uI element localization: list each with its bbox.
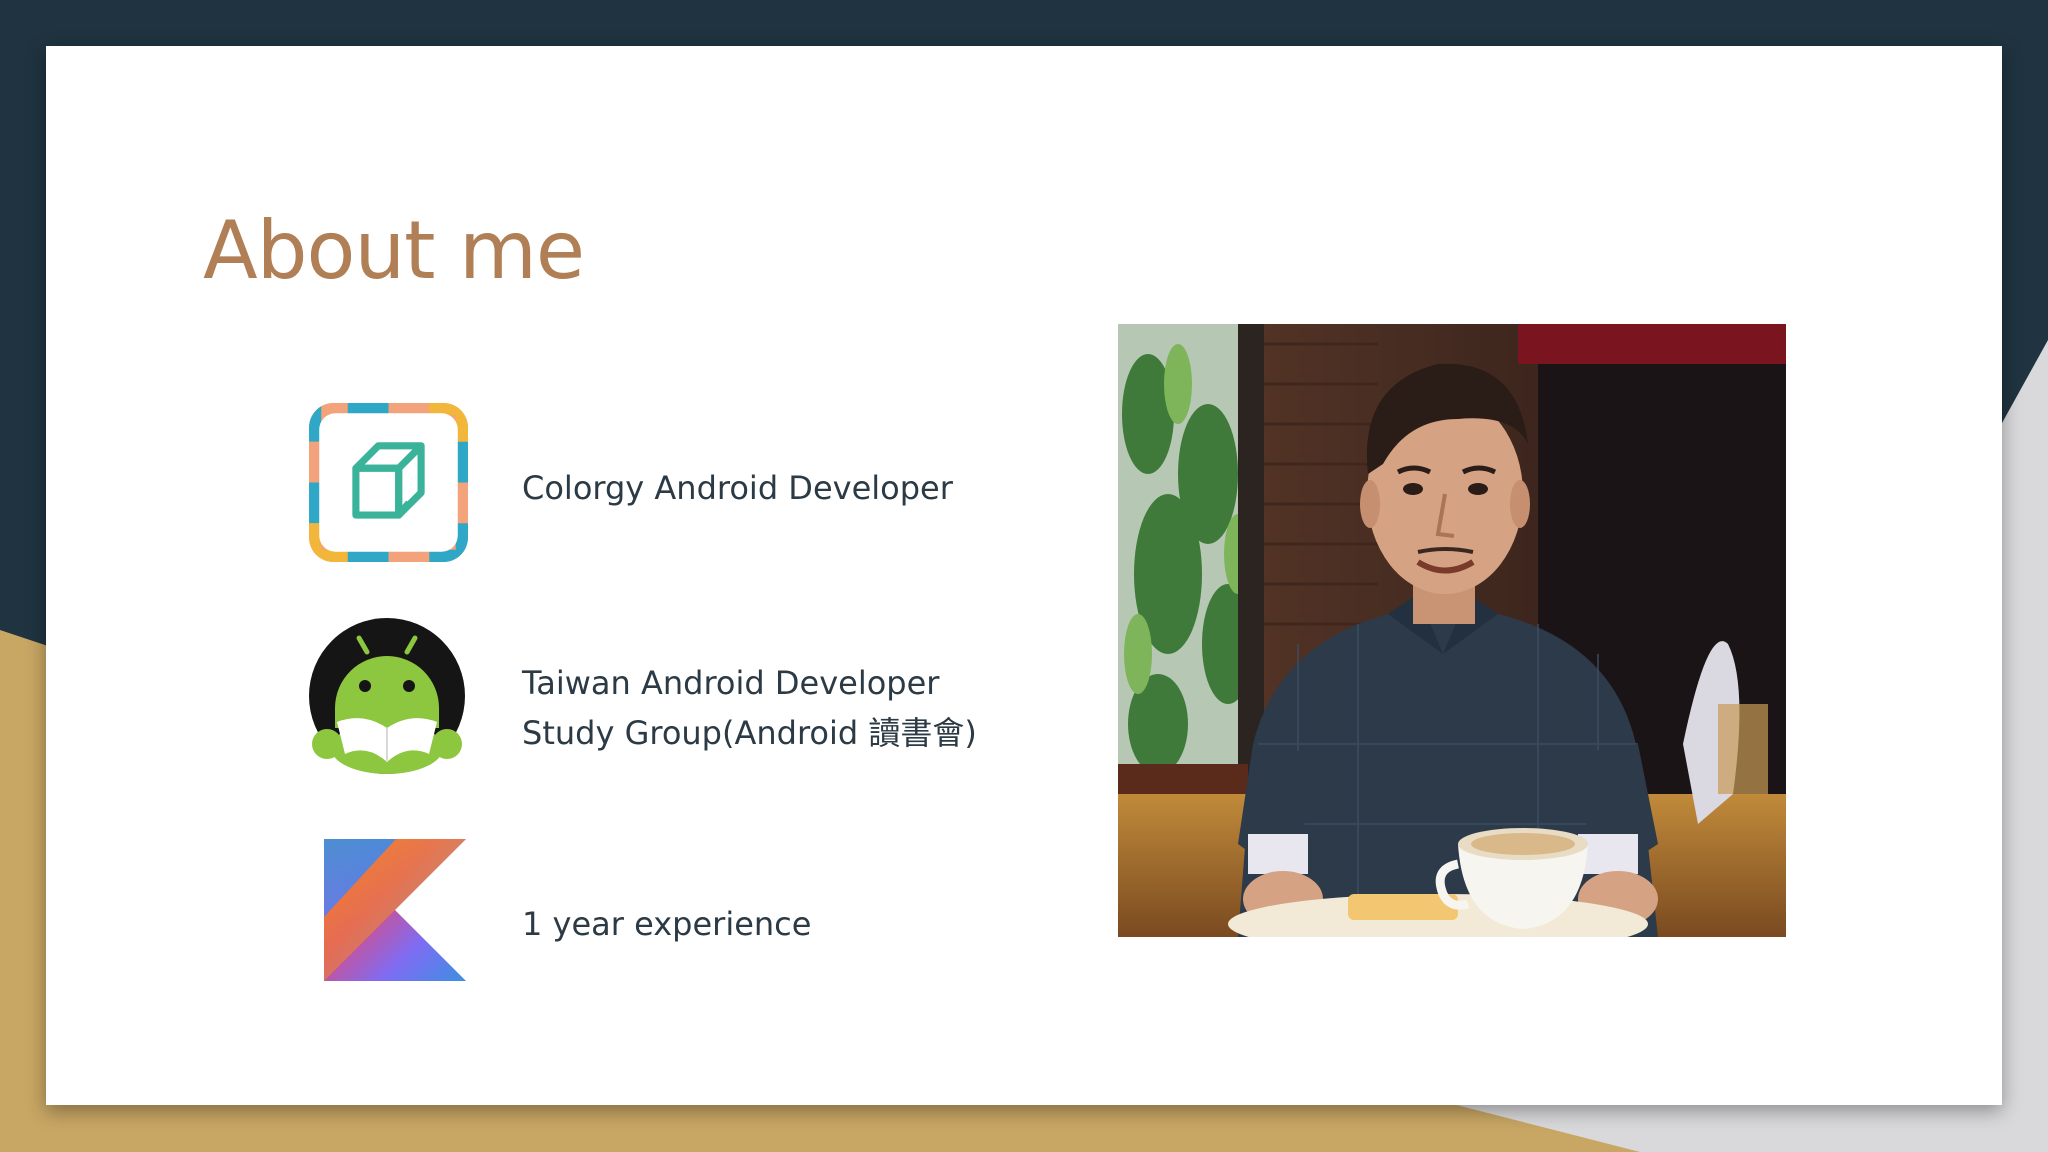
item-line: 1 year experience [522, 905, 812, 943]
item-text-study-group: Taiwan Android Developer Study Group(And… [522, 658, 977, 758]
profile-photo [1118, 324, 1786, 937]
item-text-colorgy: Colorgy Android Developer [522, 463, 953, 513]
item-line: Colorgy Android Developer [522, 469, 953, 507]
kotlin-logo-icon [324, 839, 466, 981]
item-line: Study Group(Android 讀書會) [522, 714, 977, 752]
item-text-experience: 1 year experience [522, 899, 811, 949]
slide-title: About me [203, 204, 585, 297]
item-line: Taiwan Android Developer [522, 664, 940, 702]
slide: About me Colorgy Android Developer Taiwa… [46, 46, 2002, 1105]
android-study-group-logo-icon [307, 616, 467, 776]
colorgy-logo-icon [307, 401, 470, 564]
